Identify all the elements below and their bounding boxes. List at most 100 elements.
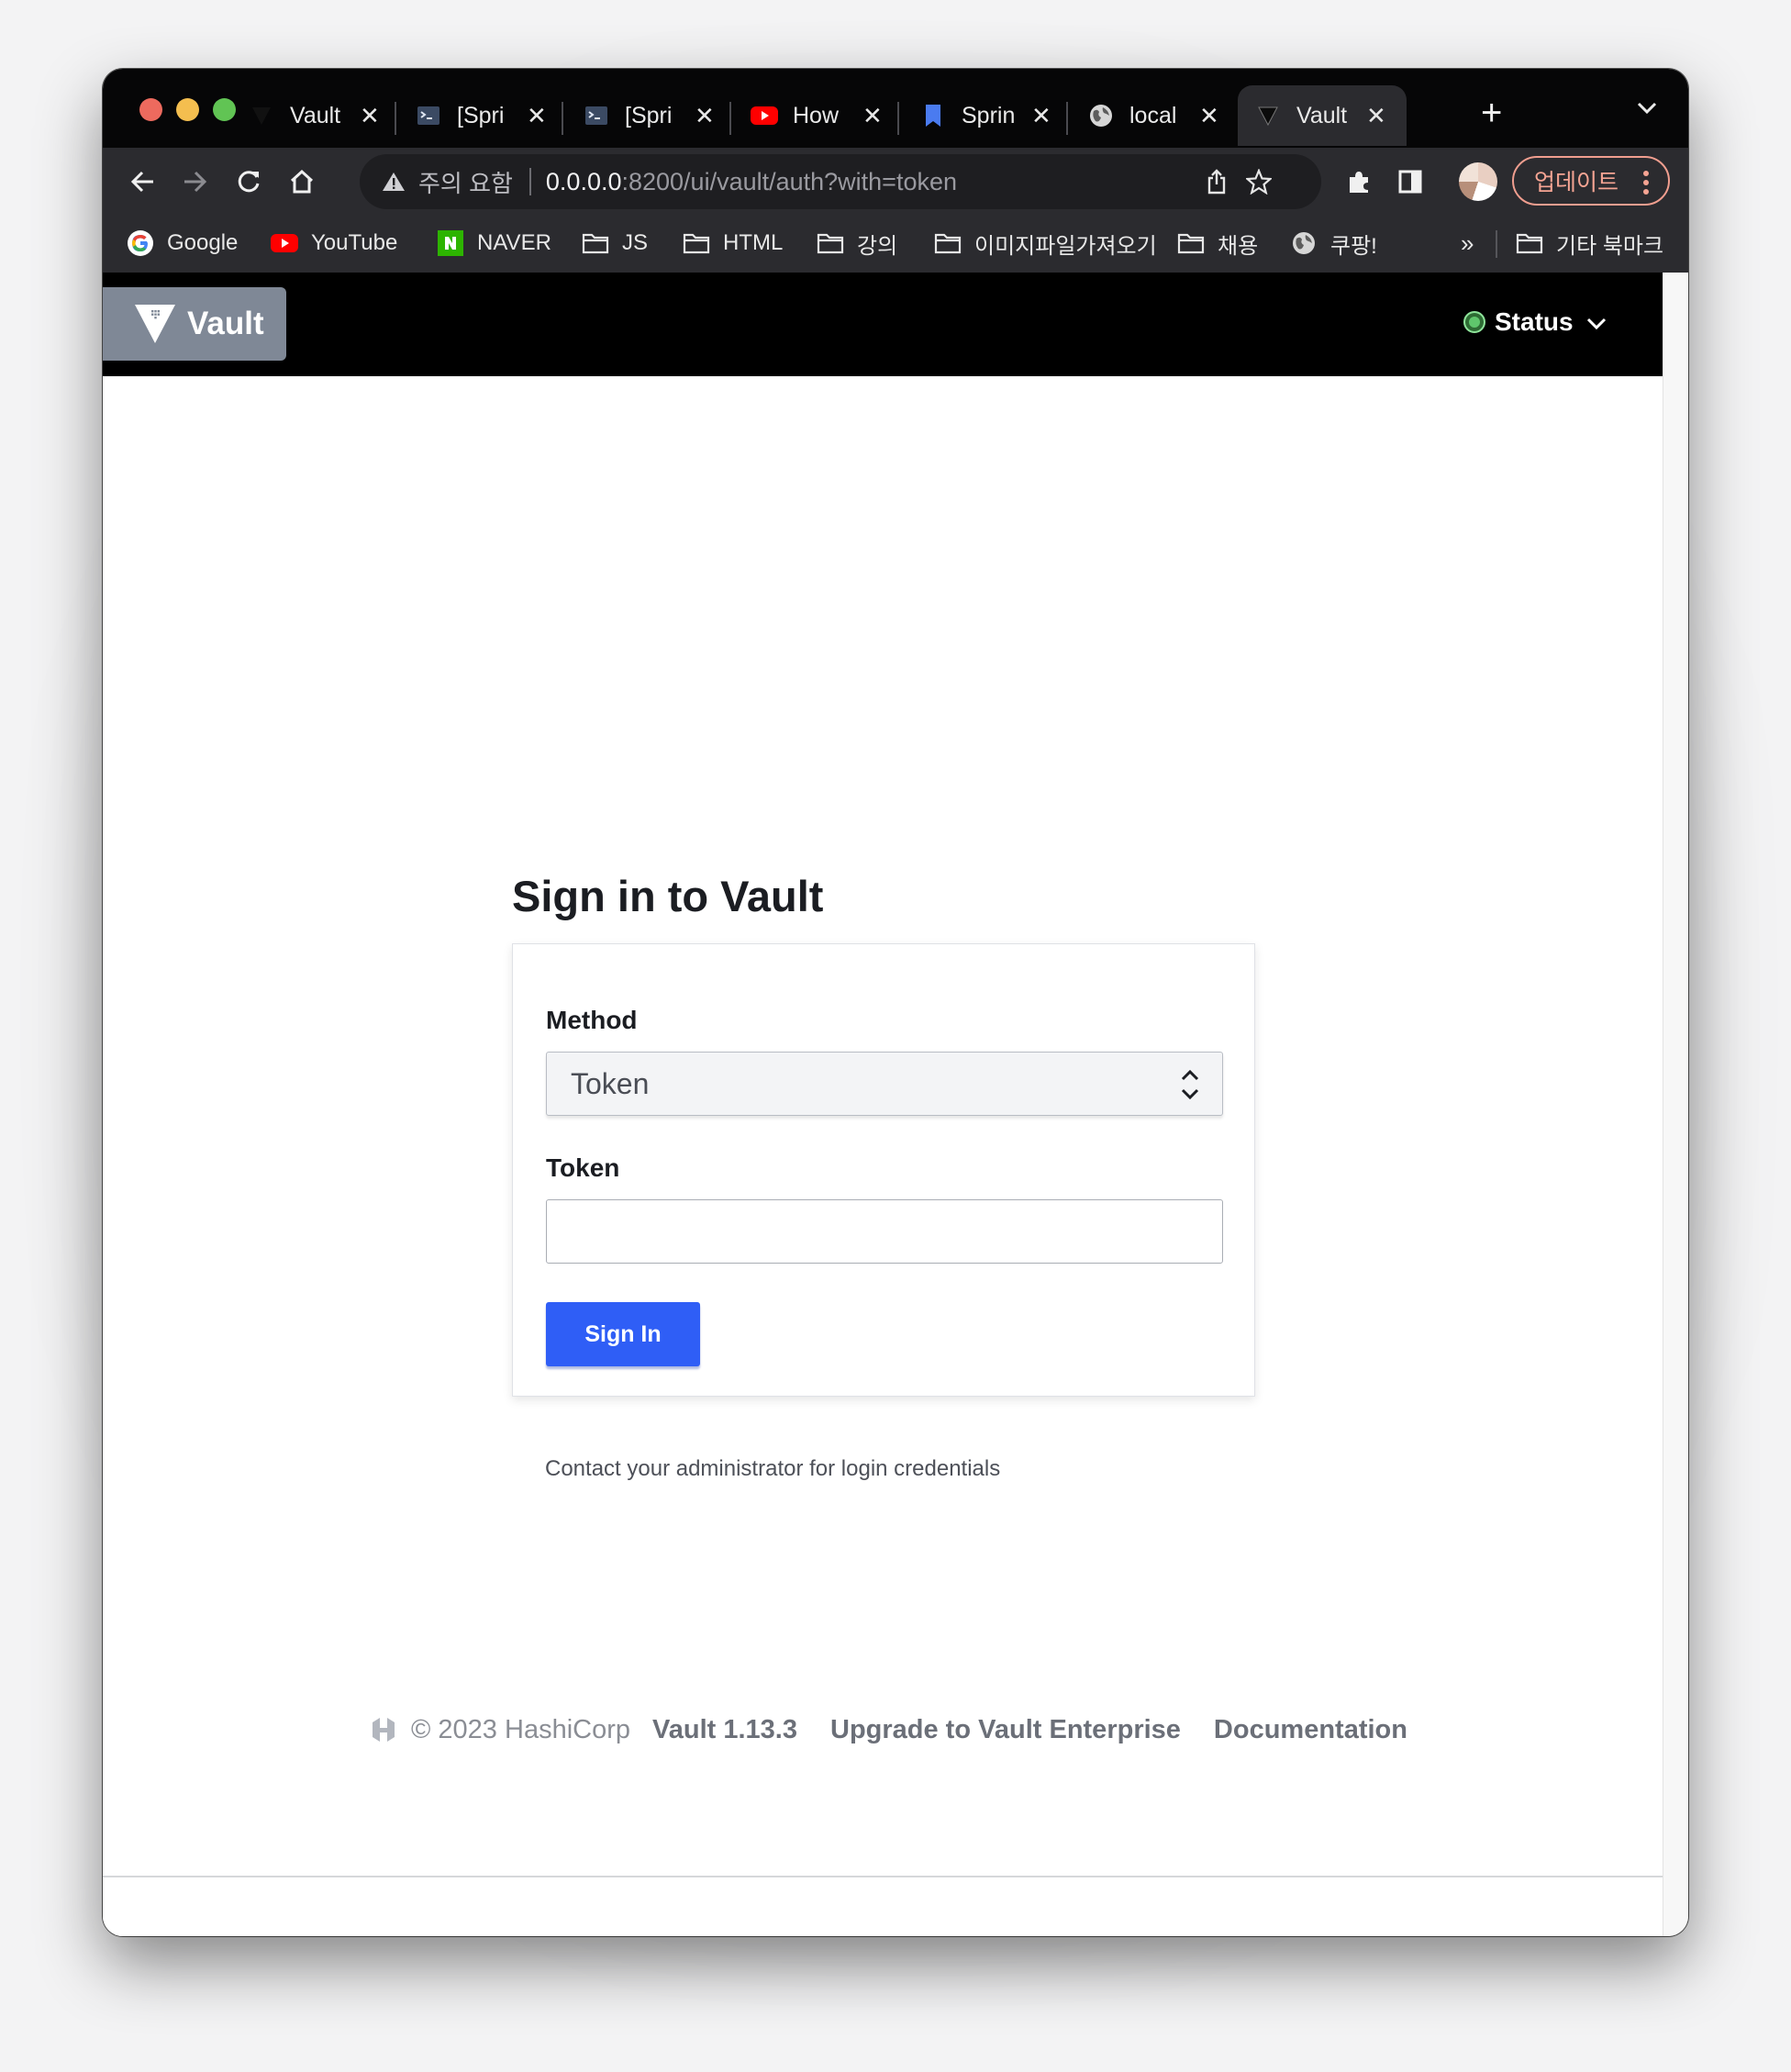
- update-label: 업데이트: [1534, 170, 1619, 195]
- bookmark-label: HTML: [723, 230, 784, 255]
- close-icon[interactable]: ✕: [862, 102, 883, 130]
- tab-localhost[interactable]: local ✕: [1071, 85, 1236, 146]
- tab-search-chevron-icon[interactable]: [1637, 102, 1657, 119]
- tab-spring-1[interactable]: [Spri ✕: [398, 85, 563, 146]
- bookmark-other-folder[interactable]: 기타 북마크: [1516, 227, 1663, 260]
- bookmark-youtube[interactable]: YouTube: [271, 227, 397, 260]
- footer: [103, 1877, 1663, 1936]
- close-icon[interactable]: ✕: [695, 102, 715, 130]
- folder-icon: [1516, 229, 1543, 257]
- bookmark-icon: [919, 102, 947, 129]
- update-button[interactable]: 업데이트: [1512, 156, 1670, 206]
- bookmark-label: YouTube: [311, 230, 398, 255]
- tab-separator: [897, 102, 899, 135]
- tab-strip: Vault ✕ [Spri ✕ [Spri ✕ How ✕ Sprin ✕ lo…: [103, 69, 1688, 148]
- page-title: Sign in to Vault: [512, 872, 824, 920]
- hashicorp-logo-icon: [369, 1714, 398, 1745]
- close-icon[interactable]: ✕: [1366, 102, 1386, 130]
- vault-version-link[interactable]: Vault 1.13.3: [652, 1715, 797, 1745]
- youtube-icon: [271, 229, 298, 257]
- bookmark-folder-html[interactable]: HTML: [683, 227, 783, 260]
- bookmark-label: 기타 북마크: [1556, 233, 1664, 259]
- tab-vault-active[interactable]: Vault ✕: [1238, 85, 1407, 146]
- warning-icon[interactable]: [380, 168, 407, 195]
- address-divider: [528, 168, 531, 195]
- new-tab-button[interactable]: +: [1481, 95, 1502, 131]
- tab-title: [Spri: [625, 102, 673, 128]
- folder-icon: [817, 229, 844, 257]
- tab-title: local: [1129, 102, 1177, 128]
- documentation-link[interactable]: Documentation: [1214, 1715, 1407, 1745]
- globe-icon: [1290, 229, 1318, 257]
- bookmark-coupang[interactable]: 쿠팡!: [1290, 227, 1377, 260]
- folder-icon: [683, 229, 710, 257]
- tab-spring-bookmark[interactable]: Sprin ✕: [903, 85, 1068, 146]
- tab-vault-1[interactable]: Vault ✕: [231, 85, 396, 146]
- minimize-window-button[interactable]: [176, 98, 199, 121]
- bookmark-label: JS: [622, 230, 649, 255]
- tab-title: [Spri: [457, 102, 505, 128]
- bookmark-label: 쿠팡!: [1330, 233, 1377, 259]
- google-icon: [127, 229, 154, 257]
- url-path: :8200/ui/vault/auth?with=token: [621, 167, 957, 195]
- tab-title: Vault: [1296, 102, 1348, 128]
- tab-title: How: [793, 102, 840, 128]
- bookmarks-overflow-button[interactable]: »: [1461, 227, 1474, 260]
- bookmark-folder-lecture[interactable]: 강의: [817, 227, 897, 260]
- side-panel-icon[interactable]: [1393, 164, 1428, 199]
- close-icon[interactable]: ✕: [360, 102, 380, 130]
- sign-in-button[interactable]: Sign In: [546, 1302, 700, 1366]
- tab-spring-2[interactable]: [Spri ✕: [566, 85, 731, 146]
- close-icon[interactable]: ✕: [527, 102, 547, 130]
- token-input[interactable]: [546, 1199, 1223, 1264]
- security-warning-label[interactable]: 주의 요함: [418, 165, 513, 199]
- token-label: Token: [546, 1153, 620, 1182]
- star-icon[interactable]: [1244, 167, 1274, 196]
- folder-icon: [1177, 229, 1205, 257]
- folder-icon: [582, 229, 609, 257]
- tab-separator: [562, 102, 563, 135]
- bookmark-folder-jobs[interactable]: 채용: [1177, 227, 1258, 260]
- vault-icon: [248, 102, 275, 129]
- url-host: 0.0.0.0: [545, 167, 622, 195]
- bookmark-folder-js[interactable]: JS: [582, 227, 648, 260]
- status-menu[interactable]: Status: [1463, 307, 1607, 337]
- tab-separator: [729, 102, 731, 135]
- bookmark-label: 이미지파일가져오기: [974, 233, 1157, 259]
- browser-toolbar: 주의 요함 0.0.0.0:8200/ui/vault/auth?with=to…: [103, 148, 1688, 214]
- share-icon[interactable]: [1202, 167, 1231, 196]
- close-icon[interactable]: ✕: [1199, 102, 1219, 130]
- signin-card: Method Token Token Sign In: [512, 943, 1255, 1397]
- bookmark-naver[interactable]: NAVER: [437, 227, 551, 260]
- close-icon[interactable]: ✕: [1031, 102, 1051, 130]
- profile-avatar[interactable]: [1459, 162, 1497, 201]
- extensions-puzzle-icon[interactable]: [1341, 164, 1376, 199]
- reload-icon[interactable]: [231, 164, 266, 199]
- forward-arrow-icon[interactable]: [178, 164, 213, 199]
- chevron-down-icon: [1586, 307, 1607, 337]
- youtube-icon: [751, 102, 778, 129]
- bookmark-google[interactable]: Google: [127, 227, 238, 260]
- url-text[interactable]: 0.0.0.0:8200/ui/vault/auth?with=token: [546, 168, 957, 196]
- close-window-button[interactable]: [139, 98, 162, 121]
- tab-youtube[interactable]: How ✕: [734, 85, 899, 146]
- bookmark-label: 강의: [857, 233, 898, 259]
- method-label: Method: [546, 1006, 638, 1034]
- back-arrow-icon[interactable]: [125, 164, 160, 199]
- address-bar[interactable]: 주의 요함 0.0.0.0:8200/ui/vault/auth?with=to…: [360, 154, 1321, 209]
- method-select[interactable]: Token: [546, 1052, 1223, 1116]
- bookmarks-separator: [1496, 230, 1497, 258]
- folder-icon: [934, 229, 962, 257]
- scrollbar-track[interactable]: [1663, 273, 1688, 1936]
- tab-separator: [1066, 102, 1068, 135]
- method-select-value: Token: [571, 1066, 650, 1100]
- vault-icon: [1254, 102, 1282, 129]
- upgrade-enterprise-link[interactable]: Upgrade to Vault Enterprise: [830, 1715, 1181, 1745]
- bookmark-label: NAVER: [477, 230, 551, 255]
- bookmark-folder-images[interactable]: 이미지파일가져오기: [934, 227, 1157, 260]
- terminal-icon: [415, 102, 442, 129]
- contact-admin-text: Contact your administrator for login cre…: [545, 1456, 1001, 1481]
- vault-home-link[interactable]: Vault: [103, 287, 286, 361]
- tab-separator: [395, 102, 396, 135]
- home-icon[interactable]: [284, 164, 319, 199]
